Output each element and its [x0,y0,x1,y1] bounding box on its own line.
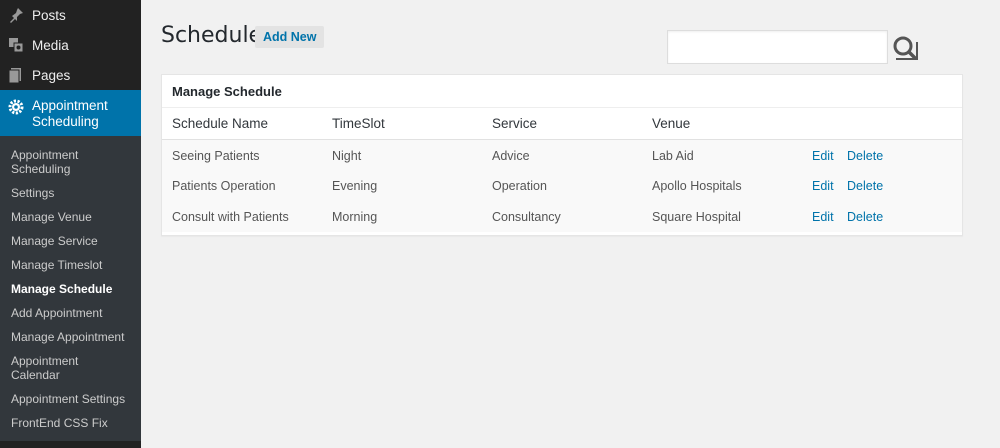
table-row: Seeing Patients Night Advice Lab Aid Edi… [162,139,962,170]
column-header-schedule-name: Schedule Name [162,108,322,140]
submenu-item-add-appointment[interactable]: Add Appointment [0,301,141,325]
label-line: Calendar [11,368,60,382]
label-line: Scheduling [11,162,71,176]
label-line: Appointment [11,354,79,368]
submenu-item-manage-appointment[interactable]: Manage Appointment [0,325,141,349]
submenu-item-manage-venue[interactable]: Manage Venue [0,205,141,229]
menu-item-label: Posts [32,7,66,23]
delete-link[interactable]: Delete [847,210,883,224]
search-icon[interactable] [892,34,920,62]
column-header-timeslot: TimeSlot [322,108,482,140]
submenu-item-manage-service[interactable]: Manage Service [0,229,141,253]
search-input[interactable] [667,30,888,64]
submenu-item-manage-timeslot[interactable]: Manage Timeslot [0,253,141,277]
cell-schedule-name: Consult with Patients [172,209,289,224]
table-header-row: Schedule Name TimeSlot Service Venue [162,108,962,140]
label-line: Appointment [11,148,79,162]
schedule-table: Schedule Name TimeSlot Service Venue See… [162,108,962,232]
menu-item-media[interactable]: Media [0,30,141,60]
menu-item-label: Media [32,37,69,53]
column-header-venue: Venue [642,108,802,140]
menu-item-label: Pages [32,67,71,83]
menu-item-label: Appointment Scheduling [32,98,108,130]
cell-timeslot: Evening [332,178,378,193]
cell-service: Advice [492,148,530,163]
menu-item-posts[interactable]: Posts [0,0,141,30]
sidebar-footer [0,442,141,448]
admin-sidebar: Posts Media Pages Appointment Scheduling… [0,0,141,448]
cell-service: Operation [492,178,547,193]
cell-actions: Edit Delete [802,139,962,170]
submenu-item-settings[interactable]: Settings [0,181,141,205]
cell-service: Consultancy [492,209,561,224]
submenu-item-appointment-settings[interactable]: Appointment Settings [0,387,141,411]
menu-item-appointment-scheduling[interactable]: Appointment Scheduling [0,90,141,136]
cell-venue: Square Hospital [652,209,741,224]
page-title: Schedule [161,23,263,48]
menu-item-pages[interactable]: Pages [0,60,141,90]
edit-link[interactable]: Edit [812,179,834,193]
label-line: Appointment [32,98,108,113]
cell-timeslot: Morning [332,209,378,224]
submenu-item-appointment-calendar[interactable]: Appointment Calendar [0,349,141,387]
submenu-item-manage-schedule[interactable]: Manage Schedule [0,277,141,301]
add-new-button[interactable]: Add New [255,26,325,48]
cell-actions: Edit Delete [802,170,962,201]
cell-timeslot: Night [332,148,362,163]
cell-actions: Edit Delete [802,201,962,232]
cell-venue: Apollo Hospitals [652,178,742,193]
panel-title: Manage Schedule [162,75,962,108]
submenu: Appointment Scheduling Settings Manage V… [0,136,141,441]
cell-schedule-name: Patients Operation [172,178,276,193]
column-header-actions [802,108,962,140]
gear-icon [7,98,25,116]
pages-icon [7,66,25,84]
cell-venue: Lab Aid [652,148,694,163]
media-icon [7,36,25,54]
table-row: Consult with Patients Morning Consultanc… [162,201,962,232]
edit-link[interactable]: Edit [812,210,834,224]
label-line: Scheduling [32,114,99,129]
column-header-service: Service [482,108,642,140]
edit-link[interactable]: Edit [812,149,834,163]
manage-schedule-panel: Manage Schedule Schedule Name TimeSlot S… [161,74,963,236]
delete-link[interactable]: Delete [847,179,883,193]
submenu-item-frontend-css-fix[interactable]: FrontEnd CSS Fix [0,411,141,435]
pushpin-icon [7,6,25,24]
table-row: Patients Operation Evening Operation Apo… [162,170,962,201]
submenu-item-appointment-scheduling[interactable]: Appointment Scheduling [0,143,141,181]
cell-schedule-name: Seeing Patients [172,148,260,163]
delete-link[interactable]: Delete [847,149,883,163]
